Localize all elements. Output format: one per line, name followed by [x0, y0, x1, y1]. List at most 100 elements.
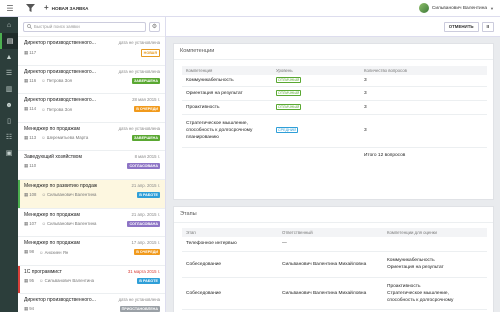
- level-badge: ОТЛИЧНЫЙ: [276, 76, 302, 83]
- request-title: Директор производственного...: [24, 68, 96, 75]
- request-title: Заведующий хозяйством: [24, 154, 82, 161]
- details-toolbar: ОТМЕНИТЬ II: [166, 17, 500, 37]
- nav-groups-icon[interactable]: ☷: [0, 129, 18, 145]
- stage-row: Собеседование Сильванович Валентина Михай…: [182, 277, 487, 310]
- request-number: ▦ 95: [24, 278, 34, 284]
- request-date: 17 апр. 2015 г.: [131, 240, 160, 246]
- request-date: 28 мая 2015 г.: [132, 97, 160, 103]
- request-owner: ☺ Петрова Зоя: [41, 78, 72, 83]
- nav-briefcase-icon[interactable]: ▣: [0, 145, 18, 161]
- request-date: 8 мая 2015 г.: [134, 154, 160, 160]
- request-number: ▦ 98: [24, 249, 34, 255]
- stages-table: Этап Ответственный Компетенции для оценк…: [182, 228, 487, 310]
- competencies-table: Компетенция Уровень Количество вопросов …: [182, 66, 487, 163]
- request-list-item[interactable]: Заведующий хозяйством 8 мая 2015 г. ▦ 110 С…: [18, 151, 165, 180]
- nav-book-icon[interactable]: ▯: [0, 113, 18, 129]
- stage-competencies: Проактивность Стратегическое мышление, с…: [383, 277, 487, 310]
- request-number-value: 94: [29, 306, 35, 312]
- request-number-value: 117: [29, 50, 37, 55]
- search-input[interactable]: Быстрый поиск заявки: [23, 21, 146, 32]
- level-badge: СРЕДНИЙ: [276, 127, 299, 133]
- status-badge: ПРИОСТАНОВЛЕНА: [119, 306, 160, 312]
- competency-row: Коммуникабельность ОТЛИЧНЫЙ 3: [182, 75, 487, 87]
- status-stripe: [18, 179, 20, 208]
- request-list-item[interactable]: Менеджер по продажам 21 апр. 2015 г. ▦ 107…: [18, 209, 165, 238]
- request-list-item[interactable]: Директор производственного... дата не уст…: [18, 294, 165, 312]
- request-list-item[interactable]: Менеджер по продажам дата не установлена ▦…: [18, 123, 165, 152]
- nav-list-icon[interactable]: ☰: [0, 65, 18, 81]
- stage-competencies: Коммуникабельность Ориентация на результ…: [383, 251, 487, 278]
- new-request-label: НОВАЯ ЗАЯВКА: [51, 5, 89, 11]
- request-owner-name: Шеремитьева Марта: [46, 135, 89, 141]
- request-number: ▦ 113: [24, 135, 36, 141]
- nav-person-icon[interactable]: ☻: [0, 97, 18, 113]
- stage-owner: Сильванович Валентина Михайловна: [278, 277, 383, 310]
- gear-icon[interactable]: ⚙: [149, 21, 160, 32]
- request-number: ▦ 110: [24, 163, 36, 169]
- request-owner-name: Сильванович Валентина: [47, 192, 97, 198]
- stage-row: Телефонное интервью —: [182, 237, 487, 252]
- request-number-value: 107: [29, 220, 37, 226]
- stage-row: Собеседование Сильванович Валентина Михай…: [182, 251, 487, 278]
- request-number: ▦ 114: [24, 106, 36, 112]
- status-stripe: [18, 265, 20, 294]
- question-count: 3: [360, 114, 487, 148]
- status-badge: В ОЧЕРЕДИ: [134, 106, 160, 113]
- cancel-button[interactable]: ОТМЕНИТЬ: [443, 21, 479, 32]
- stages-title: Этапы: [174, 207, 493, 223]
- question-count: 3: [360, 75, 487, 87]
- nav-education-icon[interactable]: ▲: [0, 49, 18, 65]
- request-list-item[interactable]: Директор производственного... дата не уст…: [18, 66, 165, 95]
- stage-name: Собеседование: [182, 277, 278, 310]
- competency-name: Коммуникабельность: [182, 75, 272, 87]
- stage-name: Телефонное интервью: [182, 237, 278, 252]
- status-badge: В ОЧЕРЕДИ: [134, 249, 160, 256]
- user-menu[interactable]: Сильванович Валентина ▼: [418, 3, 500, 13]
- menu-icon[interactable]: ☰: [0, 0, 20, 17]
- search-row: Быстрый поиск заявки ⚙: [18, 17, 165, 37]
- request-owner-name: Анохиен Ян: [44, 249, 69, 255]
- request-list-item[interactable]: Менеджер по продажам 17 апр. 2015 г. ▦ 98 ☺…: [18, 237, 165, 266]
- chevron-down-icon: ▼: [490, 5, 494, 11]
- filter-icon[interactable]: [20, 0, 40, 17]
- main-panel: ОТМЕНИТЬ II Компетенции Компетенция Уров…: [166, 17, 500, 312]
- competency-row: Стратегическое мышление, способность к д…: [182, 114, 487, 148]
- nav-building-icon[interactable]: ▥: [0, 81, 18, 97]
- pause-button[interactable]: II: [481, 21, 494, 32]
- request-date: 21 апр. 2015 г.: [131, 182, 160, 188]
- competency-name: Ориентация на результат: [182, 86, 272, 101]
- request-date: 31 марта 2015 г.: [127, 268, 160, 274]
- request-number-value: 98: [29, 249, 35, 255]
- request-number-value: 110: [29, 163, 37, 169]
- request-number-value: 95: [29, 277, 35, 283]
- request-owner: ☺ Сильванович Валентина: [41, 221, 96, 226]
- competency-name: Стратегическое мышление, способность к д…: [182, 114, 272, 148]
- col-header: Ответственный: [278, 228, 383, 237]
- stage-competencies: [383, 237, 487, 252]
- request-list-item[interactable]: Менеджер по развитию продаж 21 апр. 2015 …: [18, 179, 165, 209]
- request-number-value: 116: [29, 77, 37, 83]
- request-number: ▦ 108: [24, 192, 36, 198]
- new-request-button[interactable]: + НОВАЯ ЗАЯВКА: [44, 4, 88, 12]
- nav-home-icon[interactable]: ⌂: [0, 17, 18, 33]
- request-number: ▦ 117: [24, 50, 36, 56]
- request-list-item[interactable]: Директор производственного... дата не уст…: [18, 37, 165, 66]
- nav-requests-icon[interactable]: ▤: [0, 33, 18, 49]
- col-header: Уровень: [272, 66, 360, 75]
- request-list-item[interactable]: Директор производственного... 28 мая 2015…: [18, 94, 165, 123]
- request-title: Менеджер по продажам: [24, 211, 80, 218]
- request-number-value: 108: [29, 191, 37, 197]
- request-list-item[interactable]: 1С программист 31 марта 2015 г. ▦ 95 ☺ Силь…: [18, 265, 165, 295]
- stage-owner: Сильванович Валентина Михайловна: [278, 251, 383, 278]
- request-owner: ☺ Сильванович Валентина: [39, 278, 94, 283]
- request-date: дата не установлена: [118, 40, 160, 45]
- request-date: дата не установлена: [118, 68, 160, 74]
- request-title: Менеджер по продажам: [24, 125, 80, 132]
- request-number: ▦ 116: [24, 78, 36, 84]
- top-bar: ☰ + НОВАЯ ЗАЯВКА Сильванович Валентина ▼: [0, 0, 500, 17]
- request-date: дата не установлена: [118, 125, 160, 131]
- col-header: Этап: [182, 228, 278, 237]
- request-number-value: 113: [29, 134, 37, 140]
- request-title: Менеджер по продажам: [24, 240, 80, 247]
- competencies-title: Компетенции: [174, 44, 493, 60]
